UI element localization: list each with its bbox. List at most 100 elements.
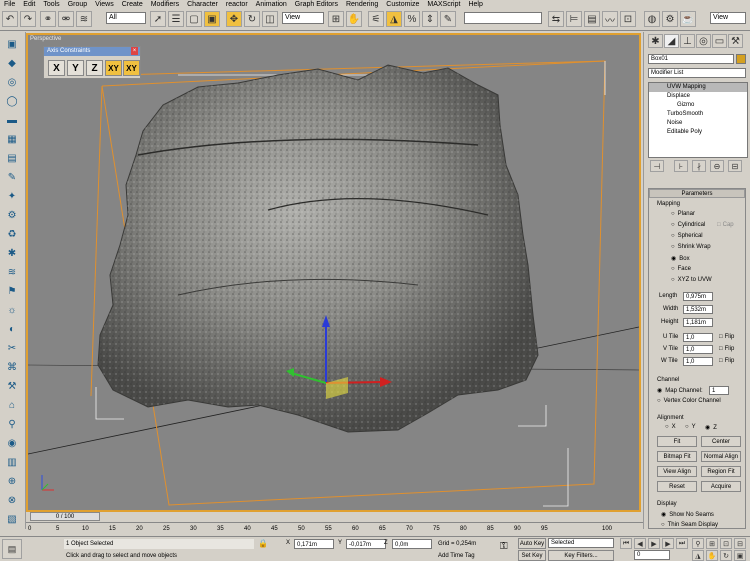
create-tab-icon[interactable]: ✱ [648,34,663,48]
configure-sets-icon[interactable]: ⊟ [728,160,742,172]
bind-space-warp-icon[interactable]: ≋ [76,11,92,27]
mapping-shrink-wrap-radio[interactable]: Shrink Wrap [671,244,711,250]
menu-graph-editors[interactable]: Graph Editors [295,1,338,8]
constrain-xy-button[interactable]: XY [105,60,122,76]
material-editor-icon[interactable]: ◍ [644,11,660,27]
stack-item-gizmo[interactable]: Gizmo [649,101,747,110]
current-frame-field[interactable]: 0 [634,550,670,560]
manipulate-icon[interactable]: ✋ [346,11,362,27]
named-selection-sets-dropdown[interactable] [464,12,542,24]
perspective-viewport[interactable]: Perspective [26,33,641,512]
edit-named-selection-icon[interactable]: ✎ [440,11,456,27]
mirror-icon[interactable]: ⇆ [548,11,564,27]
display-tab-icon[interactable]: ▭ [712,34,727,48]
select-object-icon[interactable]: ➚ [150,11,166,27]
tab-icon-15[interactable]: ☼ [4,303,20,318]
tab-icon-14[interactable]: ⚑ [4,284,20,299]
tab-icon-4[interactable]: ◯ [4,94,20,109]
constrain-z-button[interactable]: Z [86,60,103,76]
key-mode-dropdown[interactable]: Selected [548,538,614,548]
menu-character[interactable]: Character [187,1,218,8]
menu-views[interactable]: Views [95,1,114,8]
mapping-spherical-radio[interactable]: Spherical [671,233,703,239]
maximize-viewport-icon[interactable]: ▣ [734,550,746,561]
center-button[interactable]: Center [701,436,741,447]
object-name-field[interactable]: Box01 [648,54,734,64]
show-no-seams-radio[interactable]: Show No Seams [661,511,714,518]
menu-reactor[interactable]: reactor [226,1,248,8]
zoom-icon[interactable]: ⚲ [692,538,704,549]
constrain-x-button[interactable]: X [48,60,65,76]
snaps-toggle-icon[interactable]: ⚟ [368,11,384,27]
z-coordinate-field[interactable]: 0,0m [392,539,432,549]
tab-icon-16[interactable]: ◐ [4,322,20,337]
tab-icon-7[interactable]: ▤ [4,151,20,166]
zoom-extents-icon[interactable]: ⊡ [720,538,732,549]
remove-modifier-icon[interactable]: ⊖ [710,160,724,172]
view-align-button[interactable]: View Align [657,466,697,477]
select-scale-icon[interactable]: ◫ [262,11,278,27]
tab-icon-2[interactable]: ◆ [4,56,20,71]
mapping-face-radio[interactable]: Face [671,266,691,272]
constrain-plane-cycle-button[interactable]: XY [123,60,140,76]
track-bar[interactable]: 0 5 10 15 20 25 30 35 40 45 50 55 60 65 … [26,522,643,536]
angle-snap-icon[interactable]: ◮ [386,11,402,27]
arc-rotate-icon[interactable]: ↻ [720,550,732,561]
fit-button[interactable]: Fit [657,436,697,447]
acquire-button[interactable]: Acquire [701,481,741,492]
tab-icon-9[interactable]: ✦ [4,189,20,204]
select-by-name-icon[interactable]: ☰ [168,11,184,27]
menu-customize[interactable]: Customize [386,1,419,8]
menu-create[interactable]: Create [122,1,143,8]
pivot-center-icon[interactable]: ⊞ [328,11,344,27]
lock-selection-icon[interactable]: 🔒 [258,539,268,548]
menu-rendering[interactable]: Rendering [346,1,378,8]
tab-icon-23[interactable]: ▥ [4,455,20,470]
stack-item-turbosmooth[interactable]: TurboSmooth [649,110,747,119]
curve-editor-icon[interactable]: 〰 [602,11,618,27]
tab-icon-10[interactable]: ⚙ [4,208,20,223]
next-frame-icon[interactable]: ▶ [662,538,674,549]
tab-icon-20[interactable]: ⌂ [4,398,20,413]
redo-icon[interactable]: ↷ [20,11,36,27]
key-filters-button[interactable]: Key Filters... [548,550,614,561]
reference-coordinate-dropdown[interactable]: View [282,12,324,24]
zoom-extents-all-icon[interactable]: ⊟ [734,538,746,549]
bitmap-fit-button[interactable]: Bitmap Fit [657,451,697,462]
schematic-view-icon[interactable]: ⊡ [620,11,636,27]
tab-icon-18[interactable]: ⌘ [4,360,20,375]
render-type-dropdown[interactable]: View [710,12,746,24]
layer-manager-icon[interactable]: ▤ [584,11,600,27]
align-z-radio[interactable]: Z [705,424,717,431]
align-x-radio[interactable]: X [665,424,676,430]
tab-icon-3[interactable]: ◎ [4,75,20,90]
align-y-radio[interactable]: Y [685,424,696,430]
stack-item-editable-poly[interactable]: Editable Poly [649,128,747,137]
menu-file[interactable]: File [4,1,15,8]
close-icon[interactable]: × [131,47,138,55]
normal-align-button[interactable]: Normal Align [701,451,741,462]
tab-icon-19[interactable]: ⚒ [4,379,20,394]
utile-spinner[interactable]: 1,0 [683,333,713,342]
tab-icon-6[interactable]: ▦ [4,132,20,147]
maxscript-listener-icon[interactable]: ▤ [2,539,22,559]
go-to-start-icon[interactable]: ⏮ [620,538,632,549]
hierarchy-tab-icon[interactable]: ⊥ [680,34,695,48]
tab-icon-12[interactable]: ✱ [4,246,20,261]
select-move-icon[interactable]: ✥ [226,11,242,27]
utile-flip-checkbox[interactable]: Flip [719,334,735,340]
menu-help[interactable]: Help [468,1,482,8]
set-key-button[interactable]: Set Key [518,550,546,561]
show-end-result-icon[interactable]: ⊦ [674,160,688,172]
time-slider[interactable]: 0 / 100 [30,512,100,521]
tab-icon-21[interactable]: ⚲ [4,417,20,432]
pin-stack-icon[interactable]: ⊣ [650,160,664,172]
play-icon[interactable]: ▶ [648,538,660,549]
add-time-tag[interactable]: Add Time Tag [436,551,496,561]
x-coordinate-field[interactable]: 0,171m [294,539,334,549]
vtile-flip-checkbox[interactable]: Flip [719,346,735,352]
width-spinner[interactable]: 1,532m [683,305,713,314]
menu-edit[interactable]: Edit [23,1,35,8]
length-spinner[interactable]: 0,975m [683,292,713,301]
tab-icon-1[interactable]: ▣ [4,37,20,52]
